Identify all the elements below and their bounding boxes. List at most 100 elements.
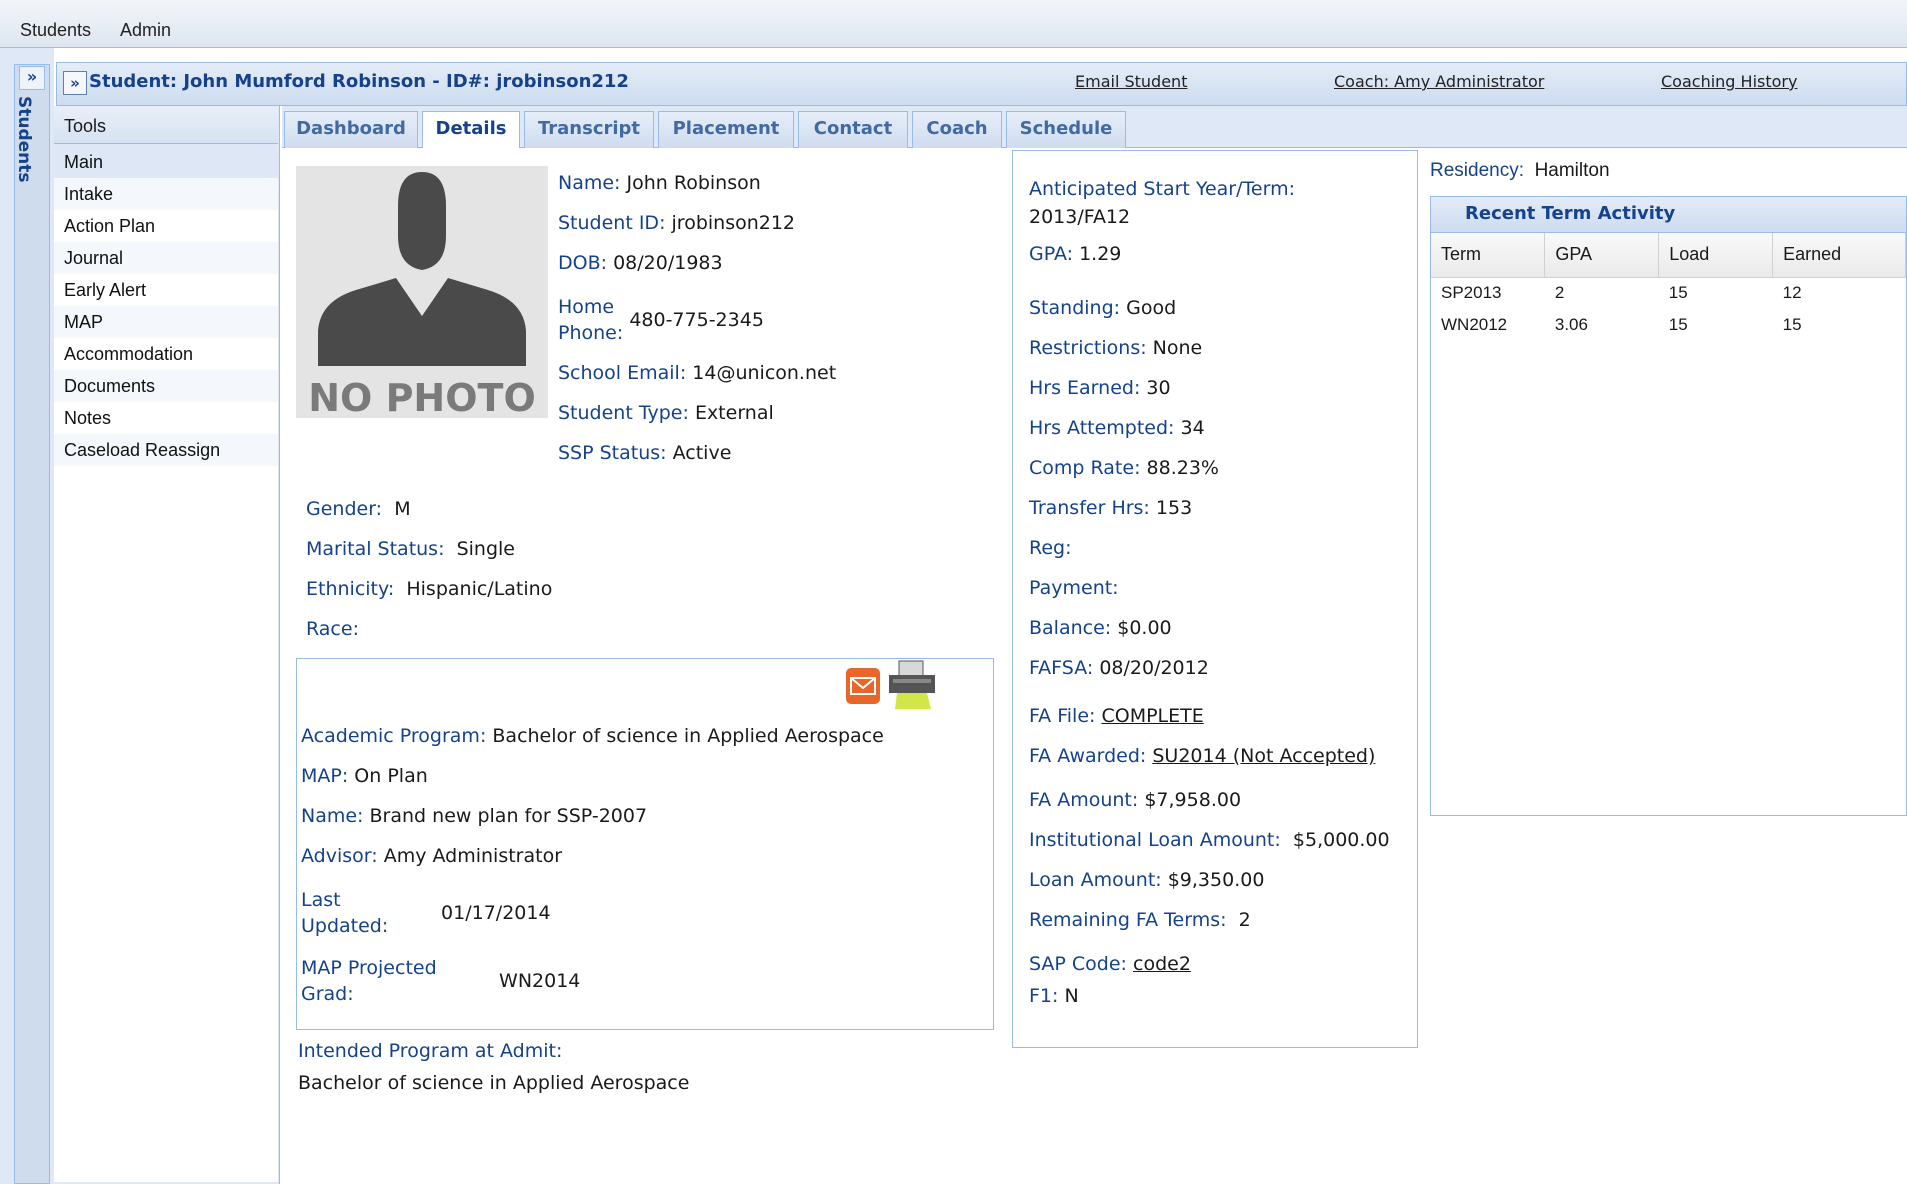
tab-placement[interactable]: Placement	[658, 111, 794, 148]
student-id-label: Student ID:	[558, 212, 666, 234]
advisor-label: Advisor:	[301, 845, 378, 867]
last-updated-label: Last Updated:	[301, 887, 435, 939]
plan-name-value: Brand new plan for SSP-2007	[369, 805, 648, 827]
program-box: Academic Program: Bachelor of science in…	[296, 658, 994, 1030]
remaining-fa-terms-label: Remaining FA Terms:	[1029, 909, 1227, 931]
students-panel-label[interactable]: Students	[14, 96, 34, 183]
sap-code-link[interactable]: code2	[1133, 953, 1191, 975]
hrs-attempted-value: 34	[1180, 417, 1205, 439]
cell-gpa: 2	[1554, 283, 1565, 303]
gpa-value: 1.29	[1079, 243, 1122, 265]
tool-map[interactable]: MAP	[54, 306, 278, 338]
ssp-status-field: SSP Status: Active	[558, 442, 731, 464]
map-projected-grad-label: MAP Projected Grad:	[301, 955, 493, 1007]
expand-students-icon[interactable]: »	[19, 66, 45, 90]
hrs-earned-value: 30	[1146, 377, 1171, 399]
fa-file-link[interactable]: COMPLETE	[1101, 705, 1203, 727]
printer-icon[interactable]	[885, 659, 939, 711]
tab-schedule[interactable]: Schedule	[1006, 111, 1126, 148]
coach-link[interactable]: Coach: Amy Administrator	[1334, 72, 1544, 91]
ethnicity-value: Hispanic/Latino	[406, 578, 553, 600]
tool-main[interactable]: Main	[54, 146, 278, 178]
student-title: Student: John Mumford Robinson - ID#: jr…	[89, 71, 629, 92]
person-silhouette-icon	[318, 172, 526, 366]
tool-caseload-reassign[interactable]: Caseload Reassign	[54, 434, 278, 466]
details-content: NO PHOTO Name: John Robinson Student ID:…	[282, 148, 1907, 1184]
expand-header-icon[interactable]: »	[63, 71, 87, 95]
anticipated-start-label: Anticipated Start Year/Term:	[1029, 178, 1295, 200]
residency-label: Residency:	[1430, 160, 1524, 181]
hrs-earned-label: Hrs Earned:	[1029, 377, 1141, 399]
hrs-attempted-field: Hrs Attempted: 34	[1029, 417, 1205, 439]
intended-program-label-text: Intended Program at Admit:	[298, 1040, 563, 1062]
tab-details[interactable]: Details	[422, 111, 520, 149]
fa-awarded-link[interactable]: SU2014 (Not Accepted)	[1152, 745, 1375, 767]
ethnicity-label: Ethnicity:	[306, 578, 395, 600]
no-photo-text: NO PHOTO	[308, 376, 536, 420]
tool-accommodation[interactable]: Accommodation	[54, 338, 278, 370]
name-label: Name:	[558, 172, 621, 194]
payment-label: Payment:	[1029, 577, 1119, 599]
recent-term-activity-table: Term GPA Load Earned SP2013 2 15 12 WN20…	[1431, 233, 1906, 341]
transfer-hrs-label: Transfer Hrs:	[1029, 497, 1150, 519]
tool-intake[interactable]: Intake	[54, 178, 278, 210]
academic-program-field: Academic Program: Bachelor of science in…	[301, 725, 884, 747]
student-type-field: Student Type: External	[558, 402, 774, 424]
student-header: » Student: John Mumford Robinson - ID#: …	[56, 62, 1907, 106]
phone-label-line2: Phone:	[558, 322, 624, 344]
cell-term: WN2012	[1441, 315, 1508, 334]
tool-action-plan[interactable]: Action Plan	[54, 210, 278, 242]
tools-title: Tools	[54, 106, 278, 144]
tab-coach[interactable]: Coach	[912, 111, 1002, 148]
comp-rate-field: Comp Rate: 88.23%	[1029, 457, 1219, 479]
tab-bar: Dashboard Details Transcript Placement C…	[282, 106, 1907, 149]
tool-journal[interactable]: Journal	[54, 242, 278, 274]
comp-rate-label: Comp Rate:	[1029, 457, 1141, 479]
standing-value: Good	[1126, 297, 1177, 319]
tool-notes[interactable]: Notes	[54, 402, 278, 434]
column-header-earned[interactable]: Earned	[1772, 233, 1906, 278]
phone-label: Home Phone:	[558, 294, 623, 346]
map-status-value: On Plan	[354, 765, 428, 787]
email-icon[interactable]	[845, 667, 881, 705]
column-header-gpa[interactable]: GPA	[1544, 233, 1660, 278]
race-label: Race:	[306, 618, 359, 640]
plan-name-field: Name: Brand new plan for SSP-2007	[301, 805, 647, 827]
fa-amount-field: FA Amount: $7,958.00	[1029, 789, 1241, 811]
students-panel-strip[interactable]	[14, 64, 50, 1184]
menu-admin[interactable]: Admin	[120, 20, 171, 41]
ethnicity-field: Ethnicity: Hispanic/Latino	[306, 578, 552, 600]
map-projected-grad-field: MAP Projected Grad: WN2014	[301, 955, 580, 1007]
gender-field: Gender: M	[306, 498, 411, 520]
phone-value: 480-775-2345	[629, 309, 764, 331]
fa-awarded-field: FA Awarded: SU2014 (Not Accepted)	[1029, 745, 1375, 767]
gender-label: Gender:	[306, 498, 383, 520]
school-email-label: School Email:	[558, 362, 687, 384]
email-student-link[interactable]: Email Student	[1075, 72, 1187, 91]
tool-documents[interactable]: Documents	[54, 370, 278, 402]
column-header-term[interactable]: Term	[1431, 233, 1546, 278]
school-email-value: 14@unicon.net	[692, 362, 837, 384]
table-row[interactable]: SP2013 2 15 12	[1431, 277, 1906, 309]
table-row[interactable]: WN2012 3.06 15 15	[1431, 309, 1906, 341]
dob-label: DOB:	[558, 252, 608, 274]
right-panel: Residency: Hamilton Recent Term Activity…	[1430, 148, 1907, 816]
column-header-load[interactable]: Load	[1658, 233, 1774, 278]
recent-term-activity-title: Recent Term Activity	[1431, 197, 1906, 233]
coaching-history-link[interactable]: Coaching History	[1661, 72, 1797, 91]
transfer-hrs-value: 153	[1155, 497, 1193, 519]
academic-financial-box: Anticipated Start Year/Term: 2013/FA12 G…	[1012, 150, 1418, 1048]
anticipated-start-value: 2013/FA12	[1029, 206, 1131, 228]
tab-dashboard[interactable]: Dashboard	[284, 111, 418, 148]
comp-rate-value: 88.23%	[1146, 457, 1219, 479]
reg-label: Reg:	[1029, 537, 1072, 559]
fafsa-field: FAFSA: 08/20/2012	[1029, 657, 1209, 679]
tab-transcript[interactable]: Transcript	[524, 111, 654, 148]
fa-file-label: FA File:	[1029, 705, 1096, 727]
tab-contact[interactable]: Contact	[798, 111, 908, 148]
tool-early-alert[interactable]: Early Alert	[54, 274, 278, 306]
gpa-field: GPA: 1.29	[1029, 243, 1121, 265]
balance-field: Balance: $0.00	[1029, 617, 1172, 639]
menu-students[interactable]: Students	[20, 20, 91, 41]
restrictions-label: Restrictions:	[1029, 337, 1147, 359]
